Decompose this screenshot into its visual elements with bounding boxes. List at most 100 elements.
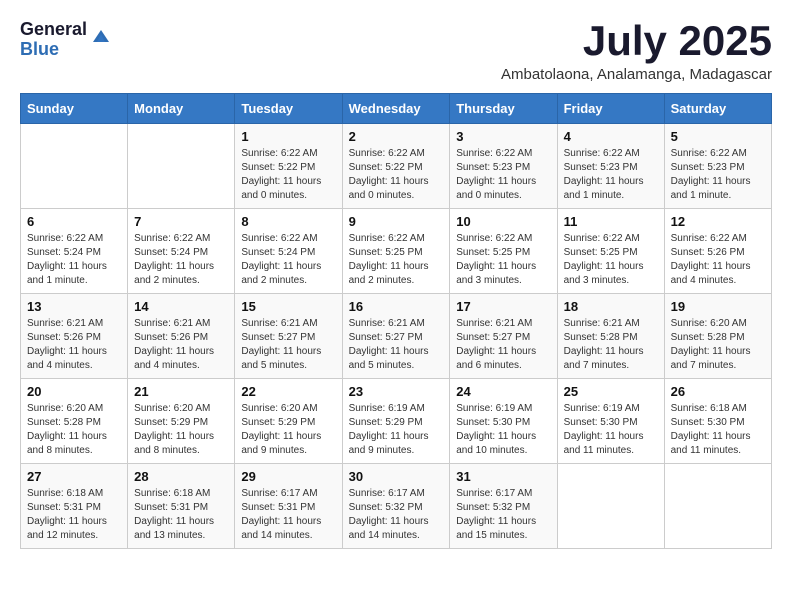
calendar-cell: 28 Sunrise: 6:18 AMSunset: 5:31 PMDayligh…	[128, 464, 235, 549]
day-number: 14	[134, 299, 228, 314]
day-of-week-header: Sunday	[21, 94, 128, 124]
day-number: 5	[671, 129, 765, 144]
cell-info: Sunrise: 6:22 AMSunset: 5:22 PMDaylight:…	[349, 147, 444, 203]
calendar-week-row: 6Sunrise: 6:22 AMSunset: 5:24 PMDaylight…	[21, 209, 772, 294]
cell-info: Sunrise: 6:22 AMSunset: 5:25 PMDaylight:…	[456, 232, 550, 288]
day-of-week-header: Thursday	[450, 94, 557, 124]
day-number: 12	[671, 214, 765, 229]
cell-info: Sunrise: 6:22 AMSunset: 5:25 PMDaylight:…	[564, 232, 658, 288]
cell-info: Sunrise: 6:22 AMSunset: 5:23 PMDaylight:…	[671, 147, 765, 203]
day-number: 27	[27, 469, 121, 484]
day-number: 3	[456, 129, 550, 144]
day-number: 13	[27, 299, 121, 314]
calendar-cell: 5 Sunrise: 6:22 AMSunset: 5:23 PMDaylight…	[664, 124, 771, 209]
day-number: 10	[456, 214, 550, 229]
day-number: 2	[349, 129, 444, 144]
calendar-cell: 20 Sunrise: 6:20 AMSunset: 5:28 PMDayligh…	[21, 379, 128, 464]
calendar-cell: 31Sunrise: 6:17 AMSunset: 5:32 PMDayligh…	[450, 464, 557, 549]
day-number: 1	[241, 129, 335, 144]
calendar-cell: 2 Sunrise: 6:22 AMSunset: 5:22 PMDaylight…	[342, 124, 450, 209]
calendar-cell: 10 Sunrise: 6:22 AMSunset: 5:25 PMDayligh…	[450, 209, 557, 294]
calendar-week-row: 20 Sunrise: 6:20 AMSunset: 5:28 PMDayligh…	[21, 379, 772, 464]
cell-info: Sunrise: 6:22 AMSunset: 5:24 PMDaylight:…	[241, 232, 335, 288]
day-of-week-header: Monday	[128, 94, 235, 124]
cell-info: Sunrise: 6:19 AMSunset: 5:30 PMDaylight:…	[564, 402, 658, 458]
calendar-cell: 14 Sunrise: 6:21 AMSunset: 5:26 PMDayligh…	[128, 294, 235, 379]
day-number: 20	[27, 384, 121, 399]
calendar-cell	[128, 124, 235, 209]
calendar-cell: 15 Sunrise: 6:21 AMSunset: 5:27 PMDayligh…	[235, 294, 342, 379]
cell-info: Sunrise: 6:18 AMSunset: 5:30 PMDaylight:…	[671, 402, 765, 458]
day-number: 9	[349, 214, 444, 229]
day-number: 18	[564, 299, 658, 314]
calendar-cell: 30 Sunrise: 6:17 AMSunset: 5:32 PMDayligh…	[342, 464, 450, 549]
calendar-table: SundayMondayTuesdayWednesdayThursdayFrid…	[20, 93, 772, 549]
day-number: 7	[134, 214, 228, 229]
day-number: 25	[564, 384, 658, 399]
calendar-cell: 4 Sunrise: 6:22 AMSunset: 5:23 PMDaylight…	[557, 124, 664, 209]
logo-icon	[91, 26, 111, 46]
calendar-cell: 17 Sunrise: 6:21 AMSunset: 5:27 PMDayligh…	[450, 294, 557, 379]
cell-info: Sunrise: 6:22 AMSunset: 5:26 PMDaylight:…	[671, 232, 765, 288]
cell-info: Sunrise: 6:20 AMSunset: 5:29 PMDaylight:…	[241, 402, 335, 458]
calendar-cell: 26 Sunrise: 6:18 AMSunset: 5:30 PMDayligh…	[664, 379, 771, 464]
day-number: 28	[134, 469, 228, 484]
calendar-cell: 13 Sunrise: 6:21 AMSunset: 5:26 PMDayligh…	[21, 294, 128, 379]
calendar-cell	[21, 124, 128, 209]
day-number: 21	[134, 384, 228, 399]
month-title: July 2025	[501, 20, 772, 62]
day-of-week-header: Wednesday	[342, 94, 450, 124]
calendar-cell: 29 Sunrise: 6:17 AMSunset: 5:31 PMDayligh…	[235, 464, 342, 549]
day-number: 30	[349, 469, 444, 484]
day-number: 22	[241, 384, 335, 399]
cell-info: Sunrise: 6:17 AMSunset: 5:31 PMDaylight:…	[241, 487, 335, 543]
calendar-week-row: 13 Sunrise: 6:21 AMSunset: 5:26 PMDayligh…	[21, 294, 772, 379]
calendar-cell: 8 Sunrise: 6:22 AMSunset: 5:24 PMDaylight…	[235, 209, 342, 294]
calendar-cell: 12 Sunrise: 6:22 AMSunset: 5:26 PMDayligh…	[664, 209, 771, 294]
day-number: 4	[564, 129, 658, 144]
cell-info: Sunrise: 6:17 AMSunset: 5:32 PMDaylight:…	[349, 487, 444, 543]
cell-info: Sunrise: 6:19 AMSunset: 5:29 PMDaylight:…	[349, 402, 444, 458]
cell-info: Sunrise: 6:20 AMSunset: 5:28 PMDaylight:…	[27, 402, 121, 458]
day-number: 19	[671, 299, 765, 314]
calendar-cell	[664, 464, 771, 549]
cell-info: Sunrise: 6:22 AMSunset: 5:23 PMDaylight:…	[456, 147, 550, 203]
cell-info: Sunrise: 6:22 AMSunset: 5:23 PMDaylight:…	[564, 147, 658, 203]
cell-info: Sunrise: 6:21 AMSunset: 5:27 PMDaylight:…	[456, 317, 550, 373]
day-number: 26	[671, 384, 765, 399]
cell-info: Sunrise: 6:21 AMSunset: 5:26 PMDaylight:…	[134, 317, 228, 373]
page-header: General Blue July 2025 Ambatolaona, Anal…	[20, 20, 772, 83]
day-number: 24	[456, 384, 550, 399]
day-number: 23	[349, 384, 444, 399]
cell-info: Sunrise: 6:20 AMSunset: 5:29 PMDaylight:…	[134, 402, 228, 458]
calendar-cell: 25 Sunrise: 6:19 AMSunset: 5:30 PMDayligh…	[557, 379, 664, 464]
calendar-cell: 27 Sunrise: 6:18 AMSunset: 5:31 PMDayligh…	[21, 464, 128, 549]
logo-blue-text: Blue	[20, 40, 87, 60]
day-number: 17	[456, 299, 550, 314]
day-number: 15	[241, 299, 335, 314]
cell-info: Sunrise: 6:18 AMSunset: 5:31 PMDaylight:…	[134, 487, 228, 543]
calendar-cell: 9Sunrise: 6:22 AMSunset: 5:25 PMDaylight…	[342, 209, 450, 294]
logo: General Blue	[20, 20, 111, 60]
calendar-cell: 11Sunrise: 6:22 AMSunset: 5:25 PMDayligh…	[557, 209, 664, 294]
calendar-cell: 16Sunrise: 6:21 AMSunset: 5:27 PMDayligh…	[342, 294, 450, 379]
title-block: July 2025 Ambatolaona, Analamanga, Madag…	[501, 20, 772, 83]
cell-info: Sunrise: 6:18 AMSunset: 5:31 PMDaylight:…	[27, 487, 121, 543]
calendar-week-row: 27 Sunrise: 6:18 AMSunset: 5:31 PMDayligh…	[21, 464, 772, 549]
day-number: 8	[241, 214, 335, 229]
cell-info: Sunrise: 6:21 AMSunset: 5:27 PMDaylight:…	[241, 317, 335, 373]
calendar-week-row: 1 Sunrise: 6:22 AMSunset: 5:22 PMDaylight…	[21, 124, 772, 209]
cell-info: Sunrise: 6:22 AMSunset: 5:22 PMDaylight:…	[241, 147, 335, 203]
cell-info: Sunrise: 6:21 AMSunset: 5:26 PMDaylight:…	[27, 317, 121, 373]
location: Ambatolaona, Analamanga, Madagascar	[501, 66, 772, 83]
cell-info: Sunrise: 6:19 AMSunset: 5:30 PMDaylight:…	[456, 402, 550, 458]
cell-info: Sunrise: 6:22 AMSunset: 5:24 PMDaylight:…	[27, 232, 121, 288]
calendar-cell: 7Sunrise: 6:22 AMSunset: 5:24 PMDaylight…	[128, 209, 235, 294]
calendar-cell: 18Sunrise: 6:21 AMSunset: 5:28 PMDayligh…	[557, 294, 664, 379]
calendar-cell: 22 Sunrise: 6:20 AMSunset: 5:29 PMDayligh…	[235, 379, 342, 464]
cell-info: Sunrise: 6:17 AMSunset: 5:32 PMDaylight:…	[456, 487, 550, 543]
cell-info: Sunrise: 6:20 AMSunset: 5:28 PMDaylight:…	[671, 317, 765, 373]
calendar-cell	[557, 464, 664, 549]
day-number: 29	[241, 469, 335, 484]
day-number: 16	[349, 299, 444, 314]
